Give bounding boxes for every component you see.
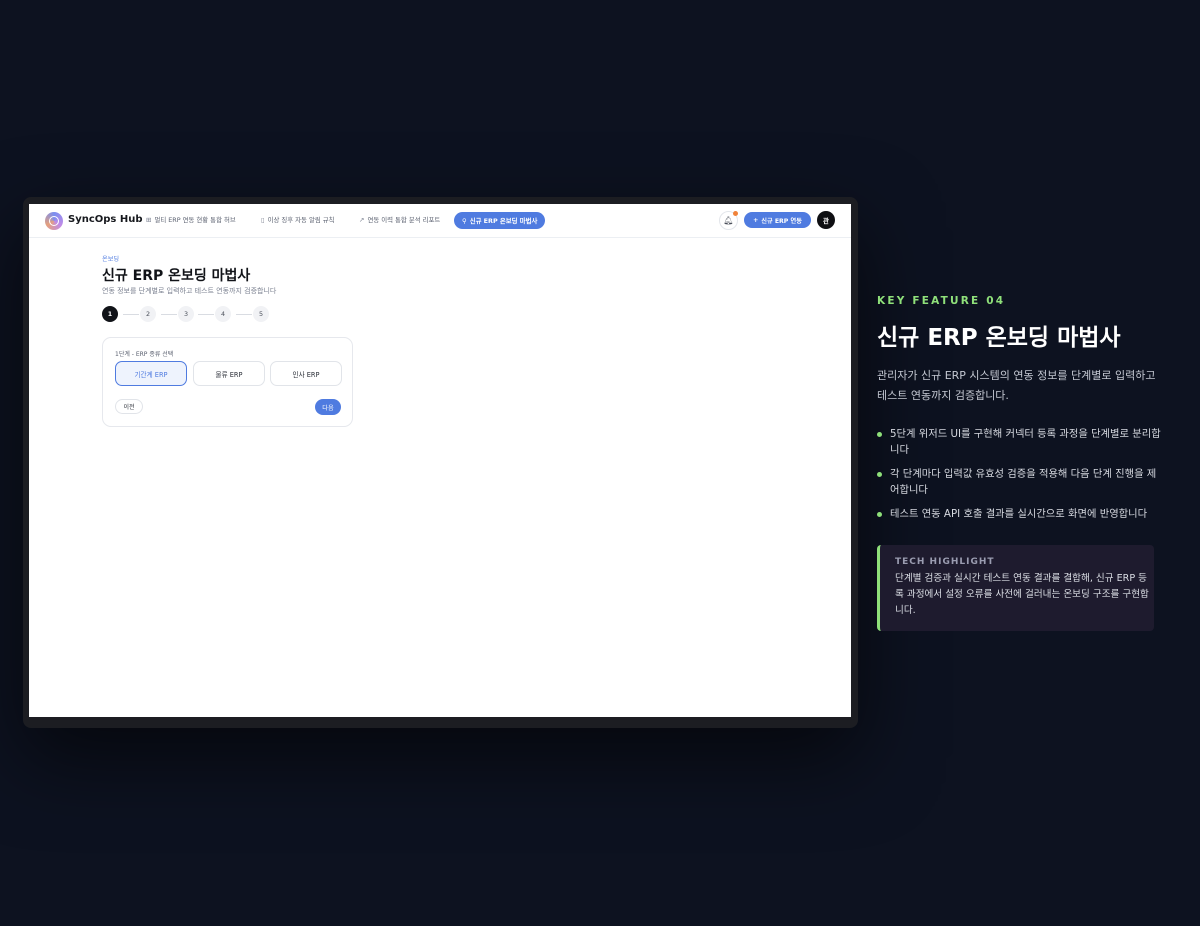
list-item: 테스트 연동 API 호출 결과를 실시간으로 화면에 반영합니다 (877, 506, 1162, 522)
feature-kicker: KEY FEATURE 04 (877, 295, 1006, 307)
app-screen: SyncOps Hub ⊞ 멀티 ERP 연동 현황 통합 허브 ▯ 이상 징후… (29, 204, 851, 717)
nav-item-label: 멀티 ERP 연동 현황 통합 허브 (154, 216, 236, 224)
nav-item-erp-hub[interactable]: ⊞ 멀티 ERP 연동 현황 통합 허브 (146, 215, 236, 225)
bell-icon: 🔔︎ (723, 216, 734, 225)
prev-button[interactable]: 이전 (115, 399, 143, 414)
nav-item-label: 신규 ERP 온보딩 마법사 (469, 217, 538, 225)
feature-description: 관리자가 신규 ERP 시스템의 연동 정보를 단계별로 입력하고 테스트 연동… (877, 369, 1156, 402)
notification-dot (733, 211, 738, 216)
step-connector (123, 314, 139, 315)
nav-item-onboarding-wizard[interactable]: ⚲ 신규 ERP 온보딩 마법사 (454, 212, 546, 229)
logo-text: SyncOps Hub (68, 214, 143, 225)
step-5[interactable]: 5 (253, 306, 269, 322)
cta-label: 신규 ERP 연동 (761, 217, 802, 225)
step-connector (161, 314, 177, 315)
feature-title: 신규 ERP 온보딩 마법사 (877, 325, 1121, 351)
page-subtitle: 연동 정보를 단계별로 입력하고 테스트 연동까지 검증합니다 (102, 287, 277, 295)
tech-highlight-body: 단계별 검증과 실시간 테스트 연동 결과를 결합해, 신규 ERP 등록 과정… (895, 573, 1149, 616)
feature-bullets: 5단계 위저드 UI를 구현해 커넥터 등록 과정을 단계별로 분리합니다 각 … (877, 426, 1162, 530)
option-core-erp[interactable]: 기간계 ERP (115, 361, 187, 386)
new-erp-connect-button[interactable]: + 신규 ERP 연동 (744, 212, 811, 228)
step-connector (236, 314, 252, 315)
option-hr-erp[interactable]: 인사 ERP (270, 361, 342, 386)
nav-item-label: 연동 이력 통합 분석 리포트 (367, 216, 441, 224)
trend-icon: ↗ (359, 215, 365, 224)
step-4[interactable]: 4 (215, 306, 231, 322)
list-item: 5단계 위저드 UI를 구현해 커넥터 등록 과정을 단계별로 분리합니다 (877, 426, 1162, 458)
bookmark-icon: ▯ (261, 215, 265, 224)
wizard-card: 1단계 - ERP 종류 선택 기간계 ERP 물류 ERP 인사 ERP 이전… (102, 337, 353, 427)
step-connector (198, 314, 214, 315)
tech-highlight-box: TECH HIGHLIGHT 단계별 검증과 실시간 테스트 연동 결과를 결합… (877, 545, 1154, 631)
grid-icon: ⊞ (146, 215, 152, 224)
tech-highlight-label: TECH HIGHLIGHT (895, 557, 995, 567)
step-3[interactable]: 3 (178, 306, 194, 322)
option-logistics-erp[interactable]: 물류 ERP (193, 361, 265, 386)
logo-icon (45, 212, 63, 230)
page-title: 신규 ERP 온보딩 마법사 (102, 268, 251, 284)
nav-item-label: 이상 징후 자동 알림 규칙 (267, 216, 335, 224)
plus-icon: + (753, 216, 759, 224)
notification-button[interactable]: 🔔︎ (719, 211, 738, 230)
nav-item-alert-rules[interactable]: ▯ 이상 징후 자동 알림 규칙 (261, 215, 335, 225)
step-label: 1단계 - ERP 종류 선택 (115, 351, 174, 358)
search-icon: ⚲ (462, 216, 467, 225)
next-button[interactable]: 다음 (315, 399, 341, 415)
step-2[interactable]: 2 (140, 306, 156, 322)
nav-item-history-report[interactable]: ↗ 연동 이력 통합 분석 리포트 (359, 215, 441, 225)
breadcrumb[interactable]: 온보딩 (102, 254, 119, 263)
step-1[interactable]: 1 (102, 306, 118, 322)
avatar[interactable]: 관 (817, 211, 835, 229)
list-item: 각 단계마다 입력값 유효성 검증을 적용해 다음 단계 진행을 제어합니다 (877, 466, 1162, 498)
top-nav: SyncOps Hub ⊞ 멀티 ERP 연동 현황 통합 허브 ▯ 이상 징후… (29, 204, 851, 238)
